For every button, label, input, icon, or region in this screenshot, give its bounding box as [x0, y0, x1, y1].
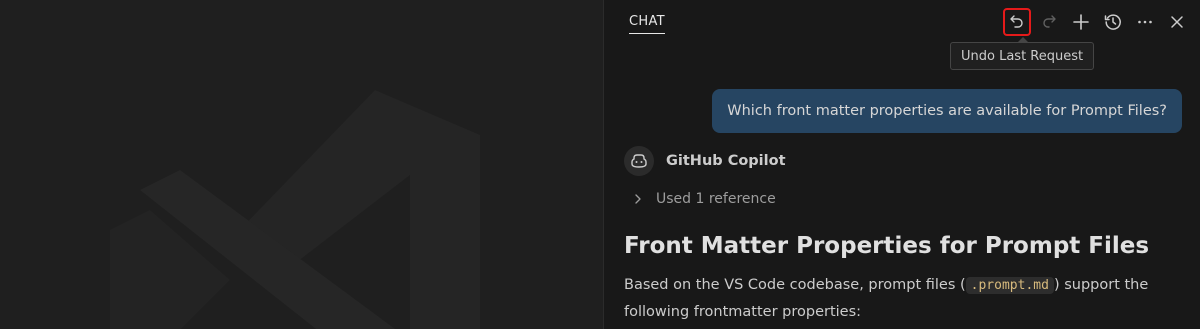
undo-icon [1010, 15, 1023, 28]
history-icon [1104, 14, 1121, 30]
chat-header: CHAT [604, 0, 1200, 44]
undo-button[interactable] [1003, 8, 1031, 36]
new-chat-button[interactable] [1067, 8, 1095, 36]
answer-text-before: Based on the VS Code codebase, prompt fi… [624, 277, 966, 293]
tab-chat[interactable]: CHAT [629, 14, 665, 34]
close-icon [1171, 16, 1183, 28]
more-actions-button[interactable] [1131, 8, 1159, 36]
assistant-header: GitHub Copilot [624, 146, 786, 176]
chat-toolbar [1003, 8, 1191, 36]
copilot-icon [631, 154, 647, 168]
redo-button[interactable] [1035, 8, 1063, 36]
close-button[interactable] [1163, 8, 1191, 36]
ellipsis-icon [1138, 20, 1152, 24]
redo-icon [1043, 15, 1056, 28]
inline-code: .prompt.md [965, 277, 1054, 294]
chevron-right-icon [635, 194, 641, 204]
tooltip: Undo Last Request [950, 42, 1095, 70]
answer-heading: Front Matter Properties for Prompt Files [624, 233, 1150, 259]
references-label: Used 1 reference [656, 191, 776, 207]
avatar [624, 146, 654, 176]
assistant-name: GitHub Copilot [666, 153, 786, 169]
answer-paragraph: Based on the VS Code codebase, prompt fi… [624, 272, 1184, 326]
history-button[interactable] [1099, 8, 1127, 36]
references-toggle[interactable]: Used 1 reference [632, 191, 776, 207]
plus-icon [1073, 14, 1089, 30]
user-message: Which front matter properties are availa… [712, 89, 1182, 133]
editor-area [0, 0, 603, 329]
vscode-watermark-icon [110, 90, 480, 329]
chat-panel: CHAT Undo Last Request Which front matte… [603, 0, 1200, 329]
